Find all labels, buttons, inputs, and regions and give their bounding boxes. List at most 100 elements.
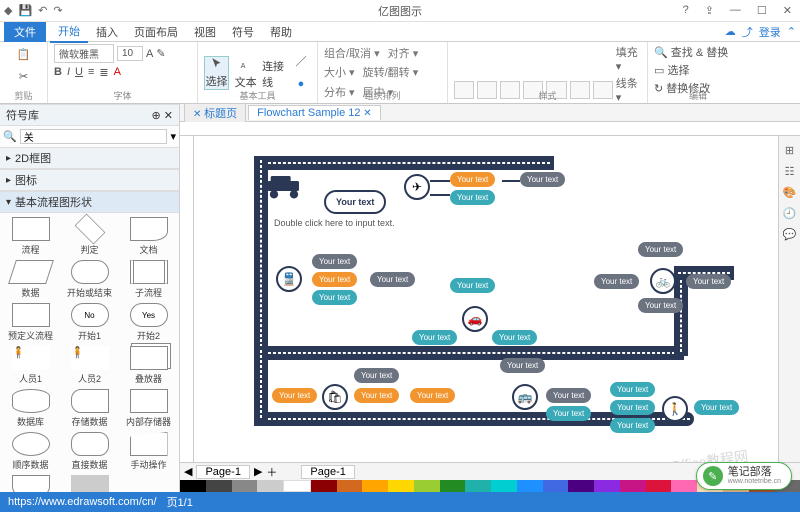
rotate-option[interactable]: 旋转/翻转 ▾ <box>363 64 419 80</box>
font-color-icon[interactable]: A <box>114 66 121 79</box>
shape-sequential[interactable]: 顺序数据 <box>4 432 57 471</box>
undo-icon[interactable]: ↶ <box>38 4 47 17</box>
pill-node[interactable]: Your text <box>610 382 655 397</box>
brush-icon[interactable]: ✎ <box>156 47 165 60</box>
pill-node[interactable]: Your text <box>500 358 545 373</box>
redo-icon[interactable]: ↷ <box>53 4 62 17</box>
pill-node[interactable]: Your text <box>412 330 457 345</box>
paste-icon[interactable]: 📋 <box>14 44 34 64</box>
theme-icon[interactable]: 🎨 <box>783 186 797 199</box>
add-page-icon[interactable]: ＋ <box>266 464 277 480</box>
shape-person2[interactable]: 🧍人员2 <box>63 346 116 385</box>
drawing-canvas[interactable]: Your text Double click here to input tex… <box>194 136 778 462</box>
doc-tab-closed[interactable]: ✕ 标题页 <box>184 103 246 122</box>
bus-icon[interactable]: 🚌 <box>512 384 538 410</box>
connector-tool[interactable]: 连接线 <box>262 56 287 90</box>
main-text-node[interactable]: Your text <box>324 190 386 214</box>
bag-icon[interactable]: 🛍 <box>322 384 348 410</box>
pill-node[interactable]: Your text <box>354 368 399 383</box>
bike-icon[interactable]: 🚲 <box>650 268 676 294</box>
pill-node[interactable]: Your text <box>272 388 317 403</box>
help-icon[interactable]: ? <box>679 4 693 17</box>
page-tab-1[interactable]: Page-1 <box>196 465 249 479</box>
pill-node[interactable]: Your text <box>450 190 495 205</box>
page-tab-2[interactable]: Page-1 <box>301 465 354 479</box>
shape-storage[interactable]: 存储数据 <box>63 389 116 428</box>
pill-node[interactable]: Your text <box>594 274 639 289</box>
history-icon[interactable]: 🕘 <box>783 207 797 220</box>
pill-node[interactable]: Your text <box>312 290 357 305</box>
shape-start-yes[interactable]: Yes开始2 <box>122 303 175 342</box>
menu-start[interactable]: 开始 <box>50 21 88 43</box>
shape-process[interactable]: 流程 <box>4 217 57 256</box>
size-option[interactable]: 大小 ▾ <box>324 64 355 80</box>
shape-internal[interactable]: 内部存储器 <box>122 389 175 428</box>
align-option[interactable]: 对齐 ▾ <box>388 45 419 61</box>
bold-icon[interactable]: B <box>54 66 62 79</box>
select-action[interactable]: ▭ 选择 <box>654 62 689 78</box>
shape-file-recover[interactable]: 文件恢复 <box>63 475 116 492</box>
find-replace[interactable]: 🔍 查找 & 替换 <box>654 44 728 60</box>
menu-help[interactable]: 帮助 <box>262 22 300 42</box>
layers-icon[interactable]: ☷ <box>785 165 795 178</box>
doc-tab-active[interactable]: Flowchart Sample 12 ✕ <box>248 105 381 120</box>
pill-node[interactable]: Your text <box>610 418 655 433</box>
pill-node[interactable]: Your text <box>492 330 537 345</box>
text-tool[interactable]: A 文本 <box>233 56 258 90</box>
shape-database[interactable]: 数据库 <box>4 389 57 428</box>
shape-terminator[interactable]: 开始或结束 <box>63 260 116 299</box>
underline-icon[interactable]: U <box>75 66 83 79</box>
shape-person1[interactable]: 🧍人员1 <box>4 346 57 385</box>
shape-start-no[interactable]: No开始1 <box>63 303 116 342</box>
pill-node[interactable]: Your text <box>638 298 683 313</box>
close-icon[interactable]: ✕ <box>779 4 796 17</box>
next-page-icon[interactable]: ▶ <box>254 465 262 478</box>
fill-option[interactable]: 填充 ▾ <box>616 44 641 73</box>
file-tab[interactable]: 文件 <box>4 22 46 42</box>
shape-predefined[interactable]: 预定义流程 <box>4 303 57 342</box>
pill-node[interactable]: Your text <box>686 274 731 289</box>
group-option[interactable]: 组合/取消 ▾ <box>324 45 380 61</box>
pill-node[interactable]: Your text <box>450 172 495 187</box>
shape-manual[interactable]: 手动操作 <box>122 432 175 471</box>
cloud-icon[interactable]: ☁ <box>725 25 736 38</box>
category-flowchart[interactable]: ▾ 基本流程图形状 <box>0 191 179 213</box>
pill-node[interactable]: Your text <box>638 242 683 257</box>
line-icon[interactable]: ／ <box>291 51 311 71</box>
train-icon[interactable]: 🚆 <box>276 266 302 292</box>
share-button[interactable]: ⤴ <box>742 24 753 40</box>
font-size-select[interactable]: 10 <box>117 46 143 61</box>
collapse-ribbon-icon[interactable]: ⌃ <box>787 25 796 38</box>
pill-node[interactable]: Your text <box>694 400 739 415</box>
walker-icon[interactable]: 🚶 <box>662 396 688 422</box>
menu-insert[interactable]: 插入 <box>88 22 126 42</box>
pill-node[interactable]: Your text <box>370 272 415 287</box>
pill-node[interactable]: Your text <box>546 406 591 421</box>
pill-node[interactable]: Your text <box>546 388 591 403</box>
shape-stack[interactable]: 叠放器 <box>122 346 175 385</box>
pill-node[interactable]: Your text <box>520 172 565 187</box>
prev-page-icon[interactable]: ◀ <box>184 465 192 478</box>
shape-search-input[interactable] <box>20 129 168 144</box>
shape-document[interactable]: 文档 <box>122 217 175 256</box>
car-icon[interactable] <box>264 176 304 198</box>
comments-icon[interactable]: 💬 <box>783 228 797 241</box>
shape-decision[interactable]: 判定 <box>63 217 116 256</box>
pill-node[interactable]: Your text <box>410 388 455 403</box>
properties-icon[interactable]: ⊞ <box>785 144 794 157</box>
align-icon[interactable]: ≣ <box>99 66 108 79</box>
car-node-icon[interactable]: 🚗 <box>462 306 488 332</box>
pill-node[interactable]: Your text <box>354 388 399 403</box>
login-link[interactable]: 登录 <box>759 24 781 40</box>
menu-symbol[interactable]: 符号 <box>224 22 262 42</box>
category-icons[interactable]: ▸ 图标 <box>0 169 179 191</box>
minimize-icon[interactable]: ― <box>726 4 745 17</box>
font-increase-icon[interactable]: A <box>146 48 153 60</box>
bullet-icon[interactable]: ≡ <box>88 66 94 79</box>
share-icon[interactable]: ⇪ <box>701 4 718 17</box>
select-tool[interactable]: 选择 <box>204 56 229 90</box>
maximize-icon[interactable]: ☐ <box>753 4 771 17</box>
shape-subprocess[interactable]: 子流程 <box>122 260 175 299</box>
pill-node[interactable]: Your text <box>312 272 357 287</box>
pill-node[interactable]: Your text <box>610 400 655 415</box>
